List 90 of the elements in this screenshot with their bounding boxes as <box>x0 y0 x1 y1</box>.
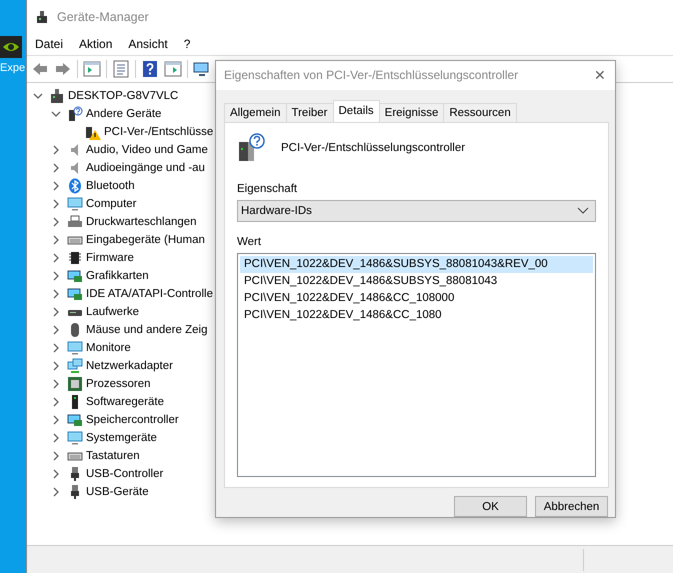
menu-item[interactable]: ? <box>184 37 190 51</box>
expand-icon[interactable] <box>51 235 61 245</box>
tree-item[interactable]: IDE ATA/ATAPI-Controlle <box>86 288 213 300</box>
monitor-icon[interactable] <box>193 60 211 78</box>
properties-icon[interactable] <box>112 60 130 78</box>
tree-item[interactable]: Netzwerkadapter <box>86 360 173 372</box>
close-button[interactable]: ✕ <box>585 61 615 90</box>
chip-icon <box>67 250 83 266</box>
menu-item[interactable]: Ansicht <box>128 37 168 51</box>
ok-button[interactable]: OK <box>454 496 527 517</box>
expand-icon[interactable] <box>51 343 61 353</box>
property-label: Eigenschaft <box>237 182 298 195</box>
unknown-device-icon <box>237 132 267 163</box>
tree-item[interactable]: Druckwarteschlangen <box>86 216 197 228</box>
expand-icon[interactable] <box>51 145 61 155</box>
dialog-title: Eigenschaften von PCI-Ver-/Entschlüsselungscontroller <box>224 68 518 82</box>
expand-icon[interactable] <box>51 487 61 497</box>
tree-item[interactable]: Eingabegeräte (Human <box>86 234 205 246</box>
expand-icon[interactable] <box>51 289 61 299</box>
tree-item[interactable]: Audio, Video und Game <box>86 144 208 156</box>
network-icon <box>67 358 83 374</box>
expand-icon[interactable] <box>51 397 61 407</box>
console-tree-icon[interactable] <box>83 60 101 78</box>
device-manager-icon <box>35 10 49 24</box>
back-icon[interactable] <box>31 60 49 78</box>
collapse-icon[interactable] <box>51 109 61 119</box>
expand-icon[interactable] <box>51 325 61 335</box>
tree-item[interactable]: Mäuse und andere Zeig <box>86 324 208 336</box>
tree-item[interactable]: PCI-Ver-/Entschlüsse <box>104 126 214 138</box>
forward-icon[interactable] <box>54 60 72 78</box>
value-item[interactable]: PCI\VEN_1022&DEV_1486&CC_108000 <box>240 290 593 307</box>
expand-icon[interactable] <box>51 469 61 479</box>
expand-icon[interactable] <box>51 217 61 227</box>
tree-item[interactable]: USB-Geräte <box>86 486 149 498</box>
property-dropdown[interactable]: Hardware-IDs <box>237 200 596 222</box>
tree-item[interactable]: Monitore <box>86 342 131 354</box>
processor-icon <box>67 376 83 392</box>
tree-item[interactable]: Laufwerke <box>86 306 140 318</box>
expand-icon[interactable] <box>51 451 61 461</box>
tree-item[interactable]: Firmware <box>86 252 134 264</box>
monitor-icon <box>67 430 83 446</box>
tree-item[interactable]: Prozessoren <box>86 378 151 390</box>
expand-icon[interactable] <box>51 415 61 425</box>
expand-icon[interactable] <box>51 379 61 389</box>
collapse-icon[interactable] <box>33 91 43 101</box>
expand-icon[interactable] <box>51 271 61 281</box>
monitor-icon <box>67 196 83 212</box>
tree-item[interactable]: Grafikkarten <box>86 270 149 282</box>
tree-item[interactable]: Bluetooth <box>86 180 135 192</box>
value-item[interactable]: PCI\VEN_1022&DEV_1486&SUBSYS_88081043 <box>240 272 593 290</box>
tree-item[interactable]: DESKTOP-G8V7VLC <box>68 90 178 102</box>
tree-item[interactable]: Audioeingänge und -au <box>86 162 205 174</box>
unknown-device-icon <box>67 106 83 122</box>
card-icon <box>67 286 83 302</box>
action-pane-icon[interactable] <box>164 60 182 78</box>
monitor-icon <box>67 340 83 356</box>
tree-item[interactable]: Tastaturen <box>86 450 140 462</box>
value-item[interactable]: PCI\VEN_1022&DEV_1486&CC_1080 <box>240 306 593 324</box>
device-name: PCI-Ver-/Entschlüsselungscontroller <box>281 142 466 154</box>
computer-icon <box>49 88 65 104</box>
tab[interactable]: Ressourcen <box>443 102 517 122</box>
tab[interactable]: Allgemein <box>224 102 286 122</box>
menu-item[interactable]: Aktion <box>79 37 112 51</box>
bluetooth-icon <box>67 178 83 194</box>
expand-icon[interactable] <box>51 253 61 263</box>
tree-item[interactable]: Systemgeräte <box>86 432 157 444</box>
tab[interactable]: Details <box>332 100 380 122</box>
expand-icon[interactable] <box>51 181 61 191</box>
expand-icon[interactable] <box>51 433 61 443</box>
expand-icon[interactable] <box>51 163 61 173</box>
tree-item[interactable]: Speichercontroller <box>86 414 179 426</box>
tree-item[interactable]: Softwaregeräte <box>86 396 164 408</box>
expand-icon[interactable] <box>51 307 61 317</box>
value-label: Wert <box>237 236 262 248</box>
warning-device-icon <box>85 124 101 140</box>
tree-item[interactable]: USB-Controller <box>86 468 164 480</box>
tree-item[interactable]: Computer <box>86 198 136 210</box>
menu-item[interactable]: Datei <box>35 37 64 51</box>
chevron-down-icon <box>577 206 589 215</box>
value-item[interactable]: PCI\VEN_1022&DEV_1486&SUBSYS_88081043&REV_00 <box>240 256 593 273</box>
expand-icon[interactable] <box>51 199 61 209</box>
cancel-button[interactable]: Abbrechen <box>535 496 608 517</box>
tree-item[interactable]: Andere Geräte <box>86 108 162 120</box>
printer-icon <box>67 214 83 230</box>
card-icon <box>67 268 83 284</box>
expand-icon[interactable] <box>51 361 61 371</box>
card-icon <box>67 412 83 428</box>
help-icon[interactable] <box>141 60 159 78</box>
window-title: Geräte-Manager <box>57 10 149 24</box>
app-shortcut-icon[interactable] <box>0 36 22 58</box>
